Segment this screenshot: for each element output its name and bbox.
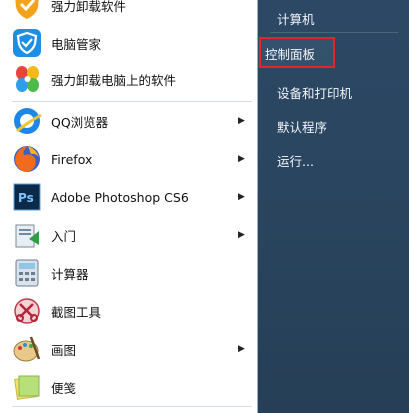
places-item-control-panel[interactable]: 控制面板 — [265, 44, 315, 63]
menu-item-snipping-tool[interactable]: 截图工具 — [0, 292, 257, 330]
submenu-arrow-icon: ▶ — [238, 154, 245, 164]
places-item-computer[interactable]: 计算机 — [277, 9, 315, 28]
menu-item-getting-started[interactable]: 入门 ▶ — [0, 216, 257, 254]
programs-panel: 强力卸载软件 电脑管家 强力卸载电脑上的软件 QQ浏览器 ▶ Firefox ▶… — [0, 0, 258, 413]
menu-item-label: 截图工具 — [51, 304, 102, 320]
menu-separator — [12, 406, 252, 407]
photoshop-icon: Ps — [10, 180, 44, 214]
menu-item-calculator[interactable]: 计算器 — [0, 254, 257, 292]
pc-manager-shield-icon — [10, 26, 44, 60]
menu-item-label: 便笺 — [51, 380, 77, 396]
pinwheel-icon — [10, 62, 44, 96]
paint-icon — [10, 332, 44, 366]
submenu-arrow-icon: ▶ — [238, 344, 245, 354]
menu-item-photoshop[interactable]: Ps Adobe Photoshop CS6 ▶ — [0, 178, 257, 216]
menu-item-label: 计算器 — [51, 266, 89, 282]
places-item-devices-printers[interactable]: 设备和打印机 — [277, 83, 352, 102]
places-separator — [270, 32, 398, 33]
menu-item-label: 强力卸载电脑上的软件 — [51, 72, 177, 88]
menu-item-label: 电脑管家 — [51, 36, 102, 52]
submenu-arrow-icon: ▶ — [238, 192, 245, 202]
menu-item-label: 强力卸载软件 — [51, 0, 127, 14]
photoshop-icon-text: Ps — [18, 191, 34, 205]
getting-started-icon — [10, 218, 44, 252]
menu-item-paint[interactable]: 画图 ▶ — [0, 330, 257, 368]
menu-item-label: 入门 — [51, 228, 77, 244]
menu-item-firefox[interactable]: Firefox ▶ — [0, 140, 257, 178]
places-item-run[interactable]: 运行... — [277, 151, 314, 170]
menu-item-uninstall-software[interactable]: 强力卸载软件 — [0, 0, 257, 24]
submenu-arrow-icon: ▶ — [238, 230, 245, 240]
menu-item-sticky-notes[interactable]: 便笺 — [0, 368, 257, 406]
uninstall-shield-icon — [10, 0, 44, 22]
snipping-tool-icon — [10, 294, 44, 328]
menu-item-label: Adobe Photoshop CS6 — [51, 189, 189, 205]
sticky-notes-icon — [10, 370, 44, 404]
firefox-icon — [10, 142, 44, 176]
calculator-icon — [10, 256, 44, 290]
menu-item-label: QQ浏览器 — [51, 114, 109, 130]
menu-item-label: 画图 — [51, 342, 77, 358]
menu-item-force-uninstall[interactable]: 强力卸载电脑上的软件 — [0, 60, 257, 98]
menu-item-pc-manager[interactable]: 电脑管家 — [0, 24, 257, 62]
submenu-arrow-icon: ▶ — [238, 116, 245, 126]
menu-item-qq-browser[interactable]: QQ浏览器 ▶ — [0, 102, 257, 140]
menu-item-label: Firefox — [51, 151, 93, 167]
places-item-default-programs[interactable]: 默认程序 — [277, 117, 327, 136]
qq-browser-icon — [10, 104, 44, 138]
